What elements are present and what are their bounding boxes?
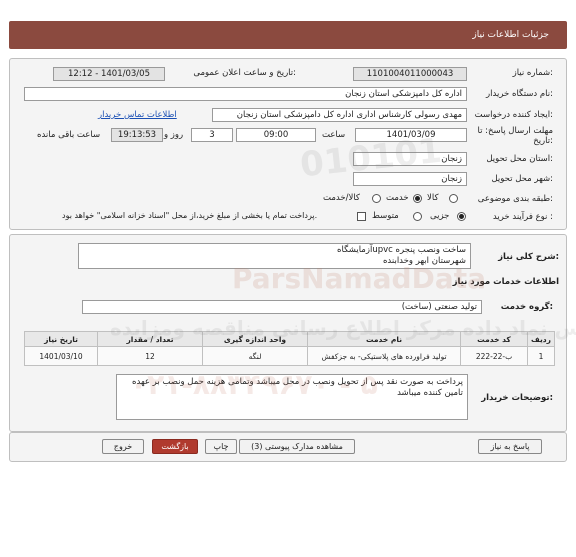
col-need-date: تاریخ نیاز xyxy=(24,331,98,347)
remaining-time-field: 19:13:53 xyxy=(111,128,163,142)
treasury-payment-checkbox[interactable] xyxy=(357,212,366,221)
deadline-label: مهلت ارسال پاسخ: تا xyxy=(477,126,553,136)
process-radio-minor[interactable] xyxy=(457,212,466,221)
announce-datetime-field: 1401/03/05 - 12:12 xyxy=(53,67,165,81)
city-label: شهر محل تحویل: xyxy=(491,174,553,184)
buyer-contact-link[interactable]: اطلاعات تماس خریدار xyxy=(98,110,177,120)
treasury-payment-note: پرداخت تمام یا بخشی از مبلغ خرید،از محل … xyxy=(62,211,318,220)
city-field: زنجان xyxy=(353,172,467,186)
category-radio-service[interactable] xyxy=(413,194,422,203)
services-section-title: اطلاعات خدمات مورد نیاز xyxy=(452,277,559,287)
cell-unit: لنگه xyxy=(202,346,308,366)
col-service-code: کد خدمت xyxy=(460,331,528,347)
need-number-label: شماره نیاز: xyxy=(512,68,553,78)
print-button[interactable]: چاپ xyxy=(205,439,237,454)
page-header: جزئیات اطلاعات نیاز xyxy=(9,21,567,49)
reply-button[interactable]: پاسخ به نیاز xyxy=(478,439,542,454)
summary-label: شرح کلی نیاز: xyxy=(498,252,559,262)
summary-box: ساخت ونصب پنجره upvcآزمایشگاه شهرستان اب… xyxy=(78,243,471,269)
days-label: روز و xyxy=(164,130,184,140)
deadline-time-label: ساعت xyxy=(322,130,346,140)
deadline-date-field: 1401/03/09 xyxy=(355,128,467,142)
buyer-org-field: اداره کل دامپزشکی استان زنجان xyxy=(24,87,467,101)
services-table: ردیف کد خدمت نام خدمت واحد اندازه گیری ت… xyxy=(24,331,555,366)
back-button[interactable]: بازگشت xyxy=(152,439,198,454)
services-table-header: ردیف کد خدمت نام خدمت واحد اندازه گیری ت… xyxy=(24,331,555,347)
category-goods-service-label: کالا/خدمت xyxy=(323,193,360,203)
province-label: استان محل تحویل: xyxy=(486,154,553,164)
service-group-field: تولید صنعتی (ساخت) xyxy=(82,300,482,314)
remaining-time-label: ساعت باقی مانده xyxy=(37,130,101,140)
category-goods-label: کالا xyxy=(427,193,439,203)
cell-row: 1 xyxy=(527,346,555,366)
cell-need-date: 1401/03/10 xyxy=(24,346,98,366)
need-info-panel xyxy=(9,58,567,230)
category-radio-goods[interactable] xyxy=(449,194,458,203)
col-service-name: نام خدمت xyxy=(307,331,461,347)
buyer-notes-label: توضیحات خریدار: xyxy=(481,393,553,403)
col-unit: واحد اندازه گیری xyxy=(202,331,308,347)
summary-line-1: ساخت ونصب پنجره upvcآزمایشگاه xyxy=(337,245,466,255)
cell-quantity: 12 xyxy=(97,346,203,366)
days-remaining-field: 3 xyxy=(191,128,233,142)
service-group-label: گروه خدمت: xyxy=(500,302,553,312)
category-radio-goods-service[interactable] xyxy=(372,194,381,203)
exit-button[interactable]: خروج xyxy=(102,439,144,454)
announce-datetime-label: تاریخ و ساعت اعلان عمومی: xyxy=(193,68,296,78)
cell-service-name: تولید فراورده های پلاستیکی- به جزکفش xyxy=(307,346,461,366)
summary-line-2: شهرستان ابهر وخدابنده xyxy=(382,256,466,266)
creator-field: مهدی رسولی کارشناس اداری اداره کل دامپزش… xyxy=(212,108,467,122)
category-label: طبقه بندی موضوعی: xyxy=(477,194,553,204)
category-service-label: خدمت xyxy=(386,193,409,203)
process-minor-label: جزیی xyxy=(430,211,450,221)
need-number-field: 1101004011000043 xyxy=(353,67,467,81)
creator-label: ایجاد کننده درخواست: xyxy=(474,110,553,120)
buyer-notes-box: پرداخت به صورت نقد پس از تحویل ونصب در م… xyxy=(116,374,468,420)
col-quantity: تعداد / مقدار xyxy=(97,331,203,347)
cell-service-code: ب-22-222 xyxy=(460,346,528,366)
deadline-time-field: 09:00 xyxy=(236,128,316,142)
process-radio-medium[interactable] xyxy=(413,212,422,221)
buyer-org-label: نام دستگاه خریدار: xyxy=(486,89,553,99)
view-attachments-button[interactable]: مشاهده مدارک پیوستی (3) xyxy=(239,439,355,454)
process-medium-label: متوسط xyxy=(372,211,399,221)
process-label: نوع فرآیند خرید : xyxy=(492,212,553,222)
deadline-date-label: تاریخ: xyxy=(533,136,553,146)
province-field: زنجان xyxy=(353,152,467,166)
table-row: 1 ب-22-222 تولید فراورده های پلاستیکی- ب… xyxy=(24,346,555,366)
col-row: ردیف xyxy=(527,331,555,347)
